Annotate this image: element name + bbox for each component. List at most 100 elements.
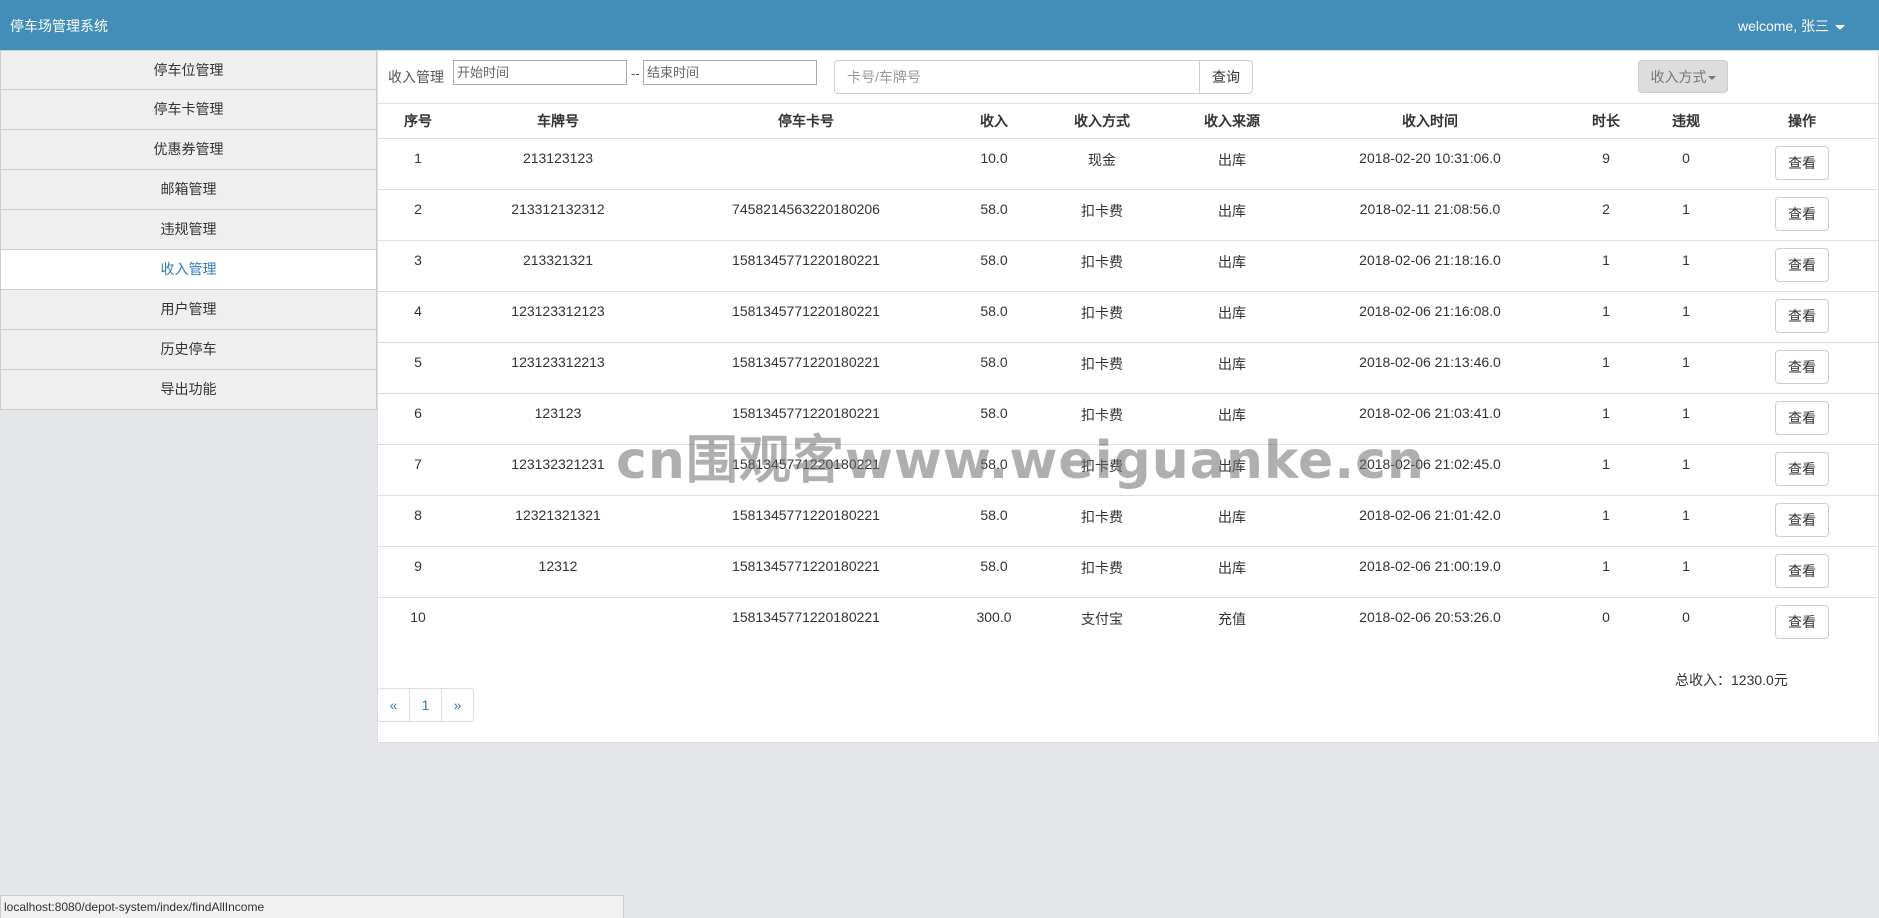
- table-cell: 2: [1566, 189, 1646, 241]
- income-table: 序号 车牌号 停车卡号 收入 收入方式 收入来源 收入时间 时长 违规 操作 1…: [378, 103, 1878, 649]
- table-cell: 5: [378, 342, 458, 394]
- view-button[interactable]: 查看: [1775, 350, 1829, 384]
- sidebar-item-parking-card[interactable]: 停车卡管理: [0, 90, 377, 130]
- sidebar-item-income[interactable]: 收入管理: [0, 250, 377, 290]
- table-cell: 10: [410, 609, 426, 625]
- table-cell: 7458214563220180206: [658, 189, 954, 241]
- table-cell: 1: [1646, 291, 1726, 343]
- app-brand[interactable]: 停车场管理系统: [10, 16, 108, 36]
- table-cell: 2: [378, 189, 458, 241]
- table-cell: 0: [1602, 609, 1610, 625]
- table-cell: 出库: [1170, 495, 1294, 547]
- table-row: 10 1581345771220180221 300.0 支付宝 充值 2018-02-0…: [378, 598, 1878, 649]
- table-cell: 58.0: [954, 342, 1034, 394]
- column-header: 收入来源: [1170, 103, 1294, 139]
- table-cell: 1: [1566, 291, 1646, 343]
- view-button[interactable]: 查看: [1775, 605, 1829, 639]
- table-cell: 扣卡费: [1034, 495, 1170, 547]
- table-cell: 2018-02-06 21:00:19.0: [1294, 546, 1566, 598]
- start-time-input[interactable]: [453, 60, 627, 85]
- view-button[interactable]: 查看: [1775, 554, 1829, 588]
- table-cell: 2018-02-20 10:31:06.0: [1294, 138, 1566, 190]
- page-prev-button[interactable]: «: [377, 688, 410, 722]
- search-button[interactable]: 查询: [1199, 60, 1253, 94]
- sidebar-item-coupon[interactable]: 优惠券管理: [0, 130, 377, 170]
- table-cell: 出库: [1170, 138, 1294, 190]
- table-cell: 1: [1566, 393, 1646, 445]
- status-bar: localhost:8080/depot-system/index/findAl…: [0, 895, 624, 918]
- table-cell: 58.0: [954, 189, 1034, 241]
- user-menu[interactable]: welcome, 张三: [1738, 16, 1845, 36]
- view-button[interactable]: 查看: [1775, 197, 1829, 231]
- column-header: 操作: [1726, 103, 1878, 139]
- view-button[interactable]: 查看: [1775, 146, 1829, 180]
- table-cell: 充值: [1218, 611, 1246, 627]
- table-cell: 扣卡费: [1034, 342, 1170, 394]
- column-header: 停车卡号: [658, 103, 954, 139]
- table-cell: 1581345771220180221: [658, 240, 954, 292]
- table-cell-action: 查看: [1726, 189, 1878, 241]
- view-button[interactable]: 查看: [1775, 401, 1829, 435]
- end-time-input[interactable]: [643, 60, 817, 85]
- table-cell: 4: [378, 291, 458, 343]
- table-cell: 1581345771220180221: [658, 342, 954, 394]
- table-cell: 0: [1646, 138, 1726, 190]
- column-header: 收入: [954, 103, 1034, 139]
- table-cell: 扣卡费: [1034, 546, 1170, 598]
- column-header: 收入时间: [1294, 103, 1566, 139]
- table-cell: 扣卡费: [1034, 291, 1170, 343]
- table-cell: 1: [1646, 342, 1726, 394]
- table-cell: 8: [378, 495, 458, 547]
- table-row: 5 123123312213 1581345771220180221 58.0 扣卡费出…: [378, 342, 1878, 394]
- table-cell: 6: [378, 393, 458, 445]
- table-header-row: 序号 车牌号 停车卡号 收入 收入方式 收入来源 收入时间 时长 违规 操作: [378, 103, 1878, 139]
- total-income: 总收入：1230.0元: [1675, 672, 1788, 688]
- table-cell: [458, 598, 658, 649]
- table-row: 4 123123312123 1581345771220180221 58.0 扣卡费出…: [378, 291, 1878, 343]
- chevron-down-icon: [1707, 75, 1716, 80]
- view-button[interactable]: 查看: [1775, 299, 1829, 333]
- sidebar-item-parking-space[interactable]: 停车位管理: [0, 50, 377, 90]
- table-cell-action: 查看: [1726, 342, 1878, 394]
- chevron-down-icon: [1835, 24, 1845, 30]
- table-cell: 出库: [1170, 546, 1294, 598]
- table-cell: 现金: [1034, 138, 1170, 190]
- page-next-button[interactable]: »: [441, 688, 474, 722]
- table-row: 3 213321321 1581345771220180221 58.0 扣卡费 出库 20…: [378, 240, 1878, 292]
- sidebar-item-violation[interactable]: 违规管理: [0, 210, 377, 250]
- page-number-button[interactable]: 1: [409, 688, 442, 722]
- top-navbar: 停车场管理系统 welcome, 张三: [0, 0, 1879, 50]
- view-button[interactable]: 查看: [1775, 503, 1829, 537]
- table-row: 2 213312132312 7458214563220180206 58.0 扣卡费出…: [378, 189, 1878, 241]
- view-button[interactable]: 查看: [1775, 452, 1829, 486]
- table-cell: 213321321: [458, 240, 658, 292]
- sidebar-item-users[interactable]: 用户管理: [0, 290, 377, 330]
- table-cell: 出库: [1170, 291, 1294, 343]
- table-row: 1 213123123 10.0 现金 出库 2018-02-20 10:31:06.0 9…: [378, 138, 1878, 190]
- table-cell: 2018-02-11 21:08:56.0: [1294, 189, 1566, 241]
- search-input[interactable]: [834, 60, 1200, 94]
- sidebar-item-export[interactable]: 导出功能: [0, 370, 377, 410]
- view-button[interactable]: 查看: [1775, 248, 1829, 282]
- table-cell: 58.0: [954, 546, 1034, 598]
- toolbar: 收入管理 -- 查询 收入方式: [378, 51, 1878, 103]
- table-cell: 1: [1566, 546, 1646, 598]
- column-header: 时长: [1566, 103, 1646, 139]
- table-cell: 1: [1566, 495, 1646, 547]
- toolbar-title: 收入管理: [388, 69, 444, 85]
- table-cell: 213123123: [458, 138, 658, 190]
- table-cell: 1: [1646, 495, 1726, 547]
- table-cell: 2018-02-06 21:01:42.0: [1294, 495, 1566, 547]
- table-cell: 9: [378, 546, 458, 598]
- date-separator: --: [631, 66, 640, 81]
- table-cell: 1: [1566, 342, 1646, 394]
- table-cell: 1: [1566, 444, 1646, 496]
- watermark: cn围观客www.weiguanke.cn: [616, 431, 1425, 491]
- income-method-dropdown[interactable]: 收入方式: [1638, 60, 1728, 93]
- sidebar-item-email[interactable]: 邮箱管理: [0, 170, 377, 210]
- sidebar-item-history[interactable]: 历史停车: [0, 330, 377, 370]
- table-cell: 1: [1566, 240, 1646, 292]
- table-cell: 1581345771220180221: [658, 291, 954, 343]
- table-cell: 213312132312: [458, 189, 658, 241]
- table-cell-action: 查看: [1726, 495, 1878, 547]
